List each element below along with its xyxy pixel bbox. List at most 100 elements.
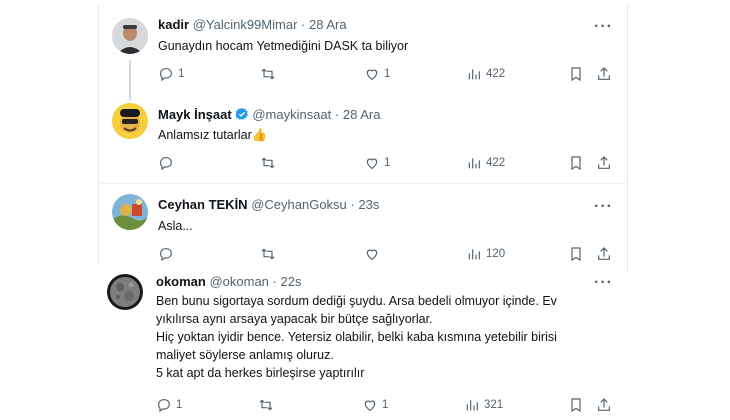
separator-dot: · xyxy=(334,107,340,122)
like-count: 1 xyxy=(384,157,391,169)
tweet-actions: 1 422 xyxy=(0,155,730,171)
tweet-timestamp[interactable]: 23s xyxy=(358,197,379,212)
avatar-ceyhan-image xyxy=(112,194,148,230)
retweet-icon xyxy=(261,68,275,80)
avatar[interactable] xyxy=(112,18,148,54)
share-icon xyxy=(598,67,610,80)
retweet-button[interactable] xyxy=(260,66,276,82)
views-count: 321 xyxy=(484,399,504,411)
like-count: 1 xyxy=(382,399,389,411)
reply-button[interactable] xyxy=(158,155,174,171)
tweet-header: kadir @Yalcink99Mimar · 28 Ara xyxy=(158,17,347,33)
avatar[interactable] xyxy=(112,103,148,139)
author-name[interactable]: okoman xyxy=(156,274,206,289)
tweet-timestamp[interactable]: 22s xyxy=(281,274,302,289)
retweet-button[interactable] xyxy=(260,246,276,262)
share-button[interactable] xyxy=(596,155,612,171)
reply-icon xyxy=(160,157,172,171)
views-count: 422 xyxy=(486,68,506,80)
avatar[interactable] xyxy=(107,274,143,310)
views-icon xyxy=(468,69,480,80)
views-button[interactable]: 321 xyxy=(464,397,503,413)
separator-dot: · xyxy=(350,197,355,212)
tweet-timestamp[interactable]: 28 Ara xyxy=(343,107,381,122)
author-handle[interactable]: @maykinsaat xyxy=(252,107,331,122)
retweet-button[interactable] xyxy=(258,397,274,413)
share-icon xyxy=(598,156,610,169)
views-button[interactable]: 422 xyxy=(466,155,505,171)
author-name[interactable]: kadir xyxy=(158,17,189,32)
more-icon[interactable]: ··· xyxy=(594,275,613,291)
tweet-text-line: Hiç yoktan iyidir bence. Yetersiz olabil… xyxy=(156,330,557,344)
tweet-text-line: Ben bunu sigortaya sordum dediği şuydu. … xyxy=(156,294,557,308)
bookmark-button[interactable] xyxy=(568,246,584,262)
retweet-button[interactable] xyxy=(260,155,276,171)
avatar-okoman-image xyxy=(107,274,143,310)
views-count: 422 xyxy=(486,157,506,169)
avatar-mayk-image xyxy=(112,103,148,139)
views-count: 120 xyxy=(486,248,506,260)
verified-badge-icon xyxy=(235,107,248,120)
like-count: 1 xyxy=(384,68,391,80)
avatar[interactable] xyxy=(112,194,148,230)
share-icon xyxy=(598,247,610,260)
author-handle[interactable]: @Yalcink99Mimar xyxy=(193,17,298,32)
bookmark-button[interactable] xyxy=(568,397,584,413)
tweet-text: Gunaydın hocam Yetmediğini DASK ta biliy… xyxy=(158,39,409,53)
tweet-header: okoman @okoman · 22s xyxy=(156,274,301,290)
reply-button[interactable]: 1 xyxy=(158,66,184,82)
retweet-icon xyxy=(261,248,275,260)
bookmark-icon xyxy=(571,67,581,82)
heart-icon xyxy=(366,249,378,261)
views-icon xyxy=(466,400,478,411)
views-icon xyxy=(468,249,480,260)
retweet-icon xyxy=(259,399,273,411)
author-handle[interactable]: @CeyhanGoksu xyxy=(251,197,347,212)
like-button[interactable]: 1 xyxy=(364,155,390,171)
more-icon[interactable]: ··· xyxy=(594,199,613,215)
like-button[interactable]: 1 xyxy=(362,397,388,413)
share-button[interactable] xyxy=(596,66,612,82)
share-button[interactable] xyxy=(596,397,612,413)
tweet-text-line: 5 kat apt da herkes birleşirse yaptırılı… xyxy=(156,366,365,380)
tweet-text-line: maliyet söylerse anlamış oluruz. xyxy=(156,348,334,362)
reply-button[interactable]: 1 xyxy=(156,397,182,413)
bookmark-icon xyxy=(571,247,581,262)
tweet-text: Asla... xyxy=(158,219,193,233)
author-name[interactable]: Ceyhan TEKİN xyxy=(158,197,248,212)
heart-icon xyxy=(366,158,378,170)
bookmark-icon xyxy=(571,398,581,413)
tweet-actions: 1 1 422 xyxy=(0,66,730,82)
tweet-timestamp[interactable]: 28 Ara xyxy=(309,17,347,32)
heart-icon xyxy=(364,400,376,412)
like-button[interactable] xyxy=(364,246,380,262)
views-icon xyxy=(468,158,480,169)
tweet-actions: 120 xyxy=(0,246,730,262)
bookmark-button[interactable] xyxy=(568,66,584,82)
views-button[interactable]: 422 xyxy=(466,66,505,82)
like-button[interactable]: 1 xyxy=(364,66,390,82)
avatar-kadir-image xyxy=(112,18,148,54)
tweet-text-line: yıkılırsa aynı arsaya yapacak bir bütçe … xyxy=(156,312,433,326)
author-name[interactable]: Mayk İnşaat xyxy=(158,107,232,122)
reply-icon xyxy=(160,68,172,82)
share-icon xyxy=(598,398,610,411)
separator-dot: · xyxy=(272,274,277,289)
reply-icon xyxy=(158,399,170,413)
tweet-actions: 1 1 321 xyxy=(0,397,730,413)
heart-icon xyxy=(366,69,378,81)
tweet-text: Anlamsız tutarlar👍 xyxy=(158,128,268,142)
bookmark-icon xyxy=(571,156,581,171)
author-handle[interactable]: @okoman xyxy=(209,274,268,289)
reply-button[interactable] xyxy=(158,246,174,262)
share-button[interactable] xyxy=(596,246,612,262)
more-icon[interactable]: ··· xyxy=(594,19,613,35)
views-button[interactable]: 120 xyxy=(466,246,505,262)
reply-icon xyxy=(160,248,172,262)
reply-count: 1 xyxy=(176,399,183,411)
tweet-header: Ceyhan TEKİN @CeyhanGoksu · 23s xyxy=(158,197,379,213)
separator-dot: · xyxy=(301,17,306,32)
bookmark-button[interactable] xyxy=(568,155,584,171)
retweet-icon xyxy=(261,157,275,169)
tweet-header: Mayk İnşaat @maykinsaat · 28 Ara xyxy=(158,107,380,123)
